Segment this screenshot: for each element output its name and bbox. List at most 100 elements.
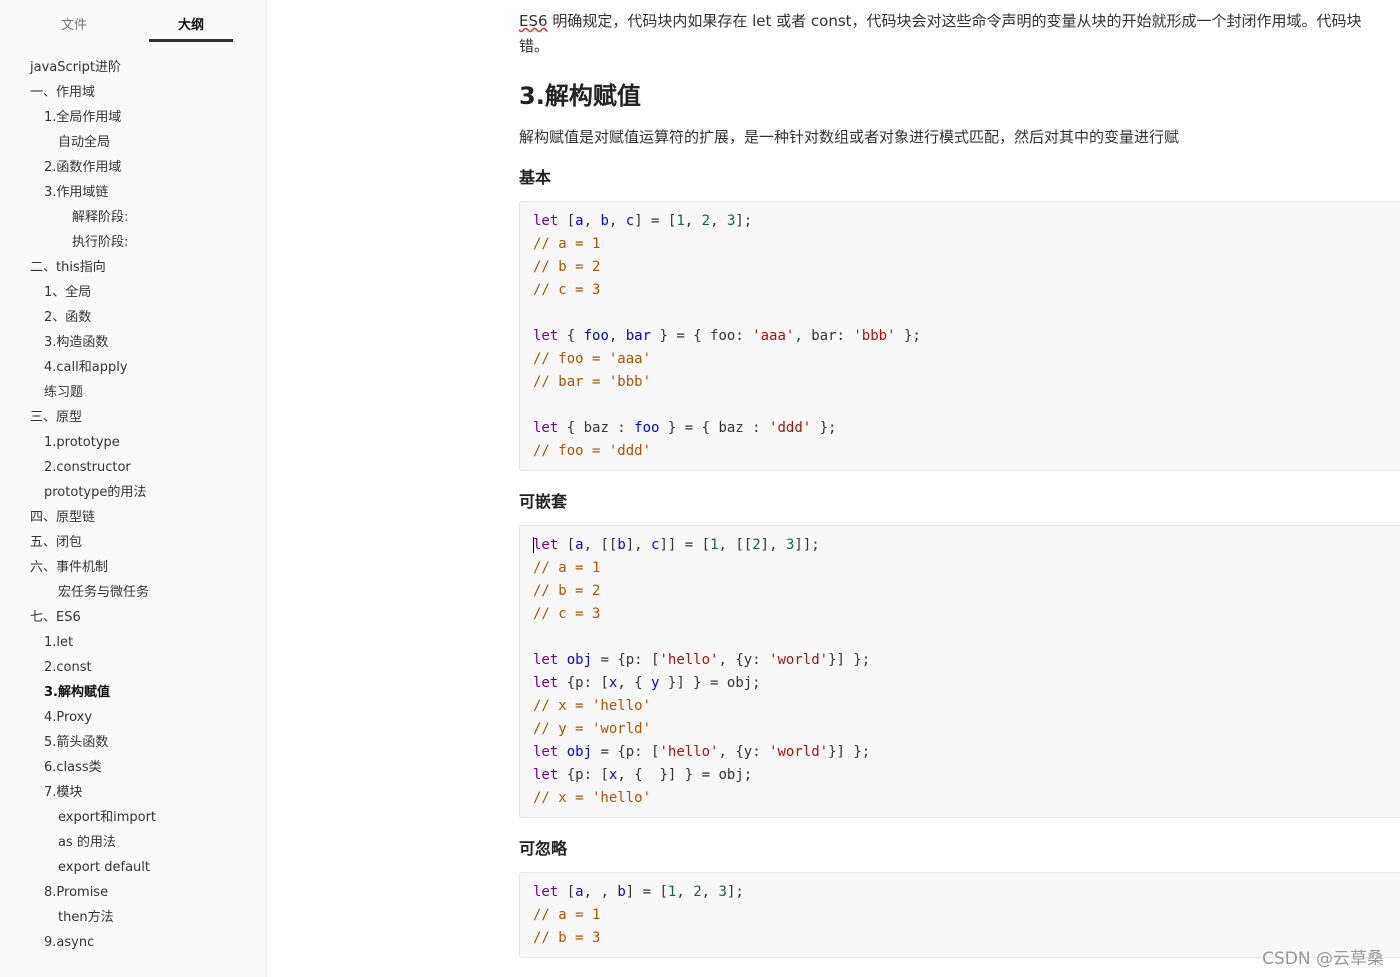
outline-item[interactable]: 六、事件机制 bbox=[0, 555, 266, 580]
code-token: a bbox=[575, 884, 584, 900]
code-token: // c = 3 bbox=[533, 282, 601, 298]
code-token: = {p: [ bbox=[592, 652, 660, 668]
outline-item[interactable]: then方法 bbox=[0, 905, 266, 930]
code-token: b bbox=[600, 213, 609, 229]
subheading-basic: 基本 bbox=[519, 168, 552, 187]
code-token: let bbox=[533, 675, 559, 691]
sidebar-tabs: 文件 大纲 bbox=[0, 0, 266, 50]
outline-item[interactable]: 1.let bbox=[0, 630, 266, 655]
code-token: // x = 'hello' bbox=[533, 790, 652, 806]
outline-item[interactable]: 宏任务与微任务 bbox=[0, 580, 266, 605]
outline-item[interactable]: 9.async bbox=[0, 930, 266, 955]
outline-item[interactable]: 8.Promise bbox=[0, 880, 266, 905]
code-line: // b = 2 bbox=[533, 256, 1400, 279]
code-line: // y = 'world' bbox=[533, 718, 1400, 741]
code-token: // foo = 'aaa' bbox=[533, 351, 652, 367]
code-token: a bbox=[575, 213, 584, 229]
code-token: c bbox=[625, 213, 635, 229]
outline-item[interactable]: 七、ES6 bbox=[0, 605, 266, 630]
code-token: 2 bbox=[701, 213, 711, 229]
outline-item[interactable]: as 的用法 bbox=[0, 830, 266, 855]
code-token: // bar = 'bbb' bbox=[533, 374, 652, 390]
code-line: let obj = {p: ['hello', {y: 'world'}] }; bbox=[533, 741, 1400, 764]
outline-item[interactable]: 解释阶段: bbox=[0, 205, 266, 230]
outline-item[interactable]: javaScript进阶 bbox=[0, 55, 266, 80]
code-token: , {y: bbox=[718, 652, 770, 668]
intro-lead: ES6 bbox=[519, 12, 548, 30]
code-line: // a = 1 bbox=[533, 557, 1400, 580]
outline-item[interactable]: 自动全局 bbox=[0, 130, 266, 155]
code-block-basic[interactable]: let [a, b, c] = [1, 2, 3]; // a = 1 // b =… bbox=[519, 201, 1400, 471]
outline-item[interactable]: 二、this指向 bbox=[0, 255, 266, 280]
code-token: // x = 'hello' bbox=[533, 698, 652, 714]
outline-item[interactable]: 2.constructor bbox=[0, 455, 266, 480]
outline-item[interactable]: 执行阶段: bbox=[0, 230, 266, 255]
code-token: 2 bbox=[693, 884, 702, 900]
outline-item[interactable]: 2、函数 bbox=[0, 305, 266, 330]
code-token: , [[ bbox=[583, 537, 618, 553]
subheading-nested: 可嵌套 bbox=[519, 492, 568, 511]
code-token: ], bbox=[625, 537, 652, 553]
code-token: ]; bbox=[726, 884, 744, 900]
code-token: obj bbox=[566, 744, 593, 760]
outline-item[interactable]: 5.箭头函数 bbox=[0, 730, 266, 755]
outline-item[interactable]: export和import bbox=[0, 805, 266, 830]
code-line: // bar = 'bbb' bbox=[533, 371, 1400, 394]
outline-item[interactable]: 6.class类 bbox=[0, 755, 266, 780]
outline-item[interactable]: 五、闭包 bbox=[0, 530, 266, 555]
code-token: }; bbox=[895, 328, 921, 344]
code-token: 1 bbox=[710, 537, 719, 553]
code-line: // b = 2 bbox=[533, 580, 1400, 603]
code-token: , bbox=[608, 213, 626, 229]
code-token: let bbox=[533, 537, 559, 553]
code-block-nested[interactable]: let [a, [[b], c]] = [1, [[2], 3]];// a =… bbox=[519, 525, 1400, 818]
outline-item[interactable]: 1.全局作用域 bbox=[0, 105, 266, 130]
code-line: let { baz : foo } = { baz : 'ddd' }; bbox=[533, 417, 1400, 440]
outline-item[interactable]: 3.作用域链 bbox=[0, 180, 266, 205]
intro-paragraph-line-2: 错。 bbox=[519, 37, 550, 55]
code-line: // x = 'hello' bbox=[533, 695, 1400, 718]
outline-item[interactable]: 1、全局 bbox=[0, 280, 266, 305]
outline-item[interactable]: 一、作用域 bbox=[0, 80, 266, 105]
code-token: 'aaa' bbox=[752, 328, 795, 344]
tab-files[interactable]: 文件 bbox=[32, 14, 116, 33]
code-line: let [a, [[b], c]] = [1, [[2], 3]]; bbox=[533, 534, 1400, 557]
editor-content[interactable]: ES6 明确规定，代码块内如果存在 let 或者 const，代码块会对这些命令… bbox=[268, 0, 1400, 977]
outline-item[interactable]: 7.模块 bbox=[0, 780, 266, 805]
code-token: // c = 3 bbox=[533, 606, 601, 622]
tab-outline[interactable]: 大纲 bbox=[149, 14, 233, 33]
code-token: [ bbox=[558, 213, 576, 229]
code-token: {p: [ bbox=[558, 675, 609, 691]
outline-item[interactable]: prototype的用法 bbox=[0, 480, 266, 505]
sidebar: 文件 大纲 javaScript进阶 一、作用域 1.全局作用域 自动全局 2.函数作用… bbox=[0, 0, 267, 977]
outline-item[interactable]: 四、原型链 bbox=[0, 505, 266, 530]
code-token: // b = 2 bbox=[533, 259, 601, 275]
code-token: let bbox=[533, 328, 559, 344]
code-token: 3 bbox=[718, 884, 727, 900]
outline-item[interactable]: 2.const bbox=[0, 655, 266, 680]
code-token: let bbox=[533, 213, 559, 229]
code-token: 'world' bbox=[769, 744, 829, 760]
outline-item[interactable]: 4.Proxy bbox=[0, 705, 266, 730]
code-token: , bbox=[701, 884, 719, 900]
code-token: // y = 'world' bbox=[533, 721, 652, 737]
code-token: let bbox=[533, 420, 559, 436]
code-line: // a = 1 bbox=[533, 233, 1400, 256]
outline-item[interactable]: export default bbox=[0, 855, 266, 880]
code-token: , , bbox=[583, 884, 618, 900]
outline-item[interactable]: 3.构造函数 bbox=[0, 330, 266, 355]
code-token: , { bbox=[617, 675, 652, 691]
code-token: 1 bbox=[676, 213, 685, 229]
outline-item[interactable]: 2.函数作用域 bbox=[0, 155, 266, 180]
outline-item[interactable]: 3.解构赋值 bbox=[0, 680, 266, 705]
code-token: let bbox=[533, 767, 559, 783]
outline-item[interactable]: 4.call和apply bbox=[0, 355, 266, 380]
subheading-ignorable: 可忽略 bbox=[519, 839, 568, 858]
active-tab-indicator bbox=[149, 39, 233, 42]
code-token: ]]; bbox=[794, 537, 820, 553]
code-token: }] } = obj; bbox=[659, 675, 761, 691]
outline-item[interactable]: 练习题 bbox=[0, 380, 266, 405]
outline-item[interactable]: 1.prototype bbox=[0, 430, 266, 455]
outline-item[interactable]: 三、原型 bbox=[0, 405, 266, 430]
